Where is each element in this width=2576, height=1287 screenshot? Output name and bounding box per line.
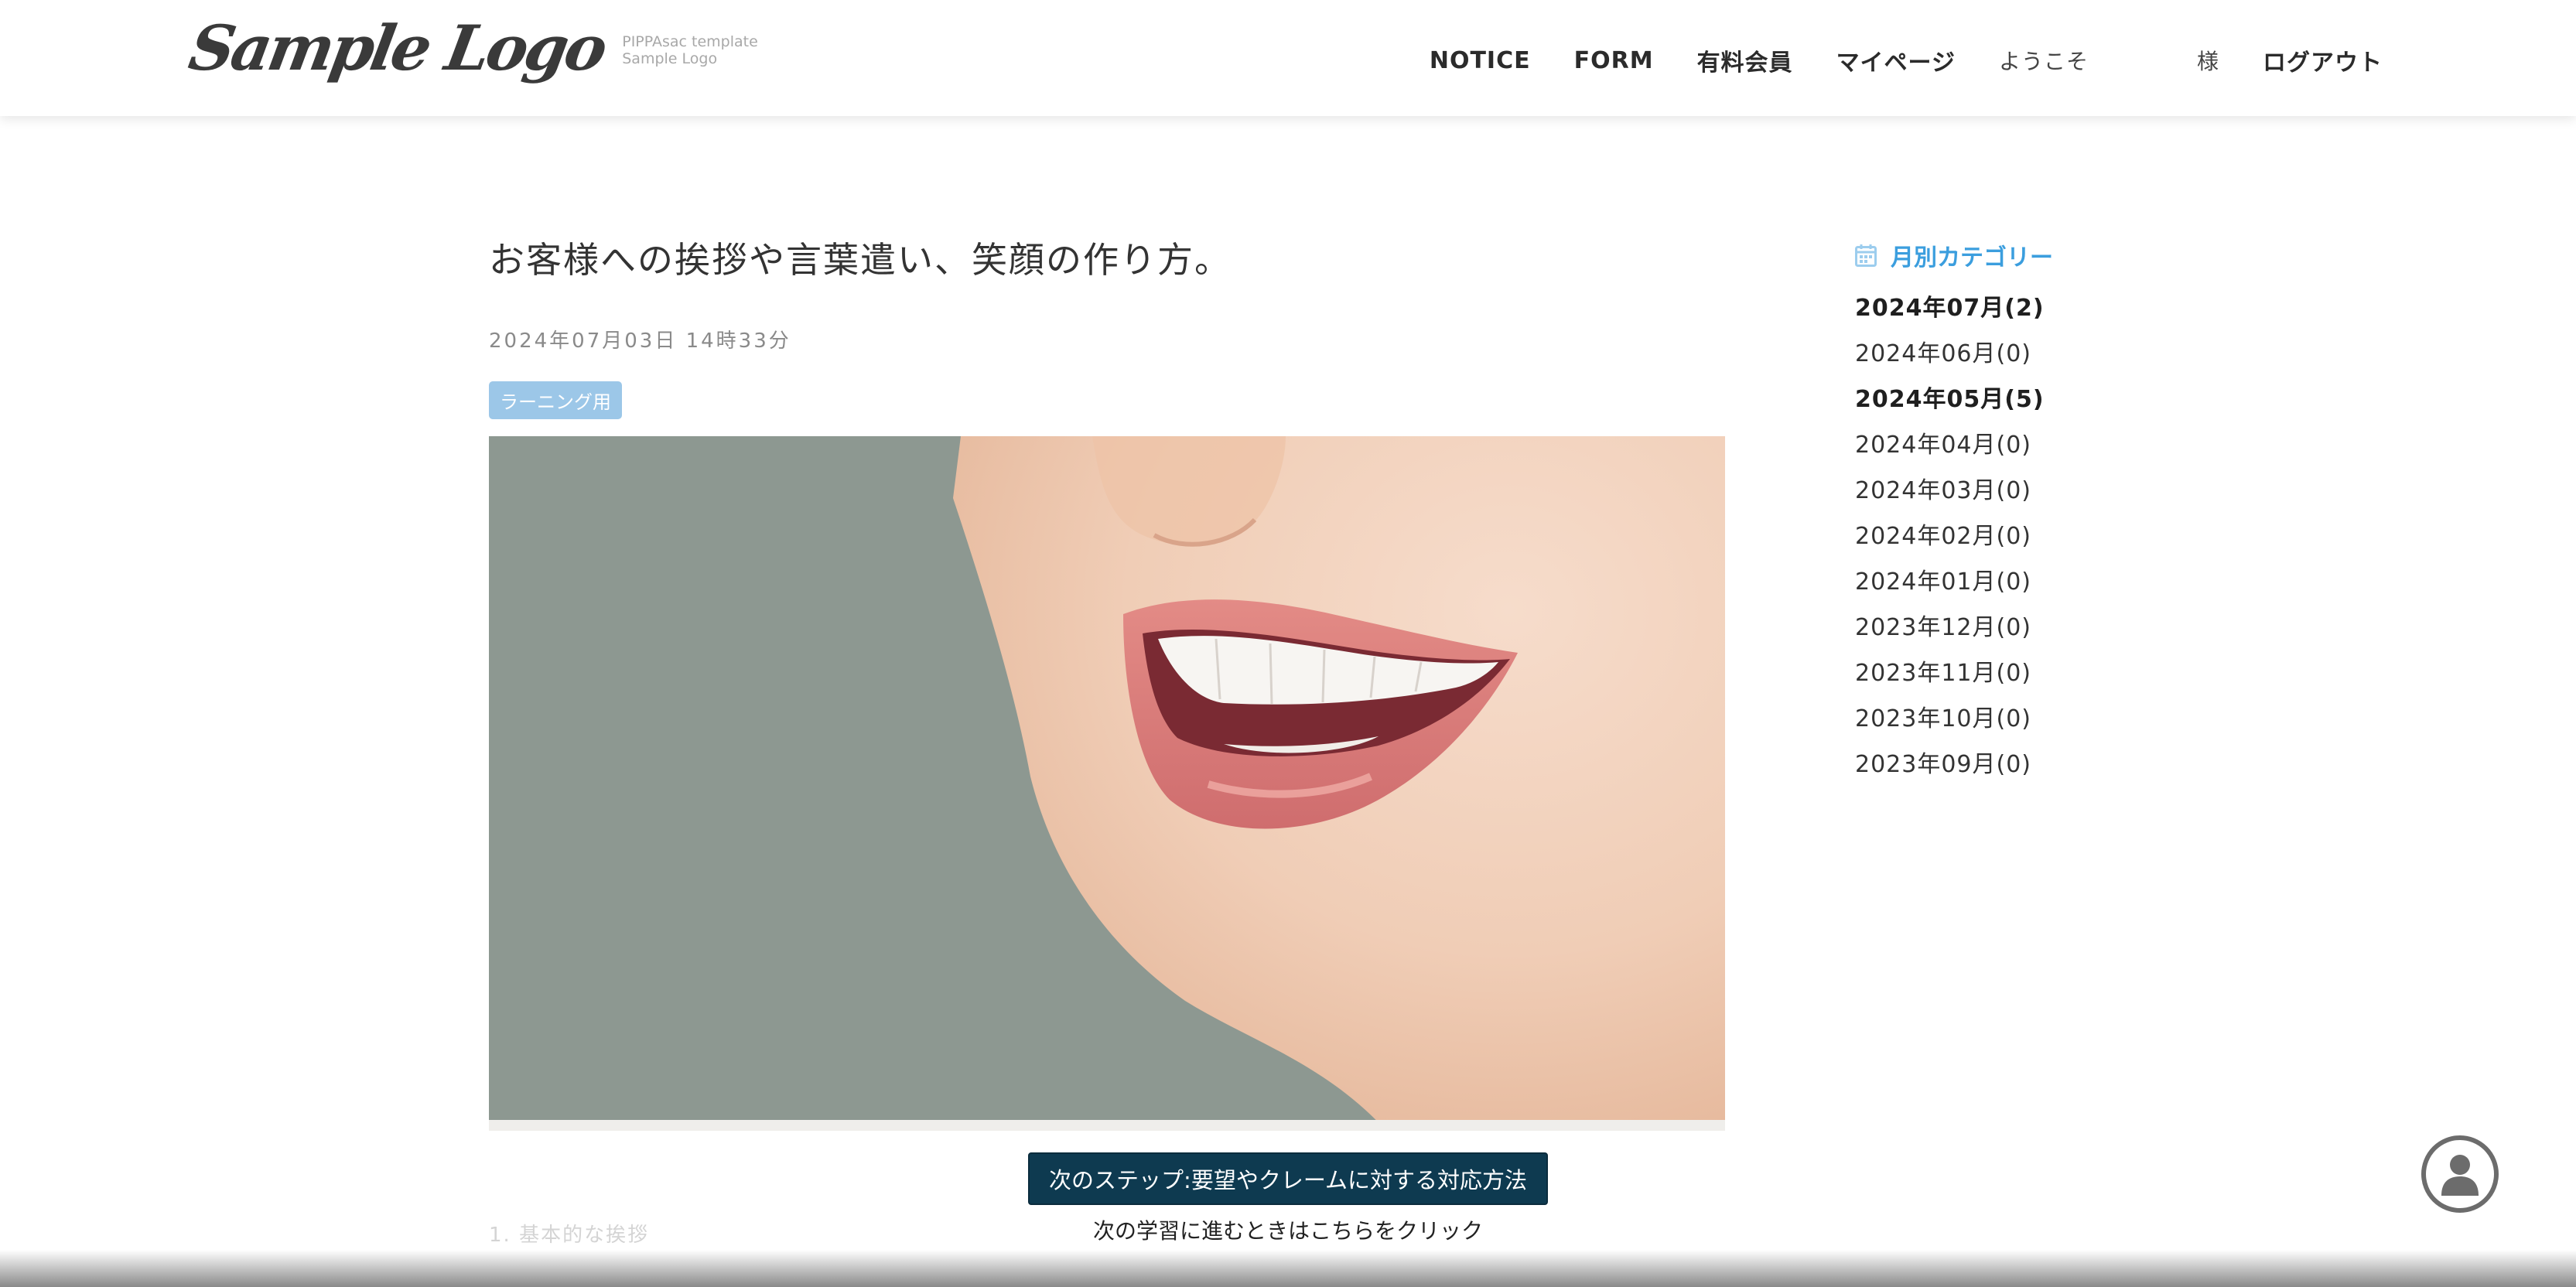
honorific-text: 様 [2196, 49, 2219, 74]
archive-item[interactable]: 2024年03月(0) [1855, 473, 2164, 519]
nav-notice[interactable]: NOTICE [1430, 47, 1531, 74]
archive-item[interactable]: 2024年02月(0) [1855, 519, 2164, 565]
nav-mypage[interactable]: マイページ [1836, 43, 1956, 77]
next-step-button[interactable]: 次のステップ:要望やクレームに対する対応方法 [1028, 1152, 1548, 1205]
archive-item[interactable]: 2024年06月(0) [1855, 336, 2164, 382]
nav-form[interactable]: FORM [1574, 47, 1654, 74]
logo-subtitle: PIPPAsac template Sample Logo [622, 33, 758, 67]
archive-item[interactable]: 2023年10月(0) [1855, 702, 2164, 747]
user-menu-button[interactable] [2421, 1135, 2499, 1213]
monthly-category-label: 月別カテゴリー [1891, 244, 2053, 271]
section-heading: 1. 基本的な挨拶 [489, 1224, 650, 1247]
user-icon [2441, 1155, 2479, 1196]
archive-item[interactable]: 2024年01月(0) [1855, 565, 2164, 610]
image-bottom-strip [489, 1120, 1725, 1131]
archive-item[interactable]: 2023年11月(0) [1855, 656, 2164, 702]
nav-paid-member[interactable]: 有料会員 [1697, 43, 1793, 77]
article: お客様への挨拶や言葉遣い、笑顔の作り方。 2024年07月03日 14時33分 … [489, 232, 1725, 419]
article-title: お客様への挨拶や言葉遣い、笑顔の作り方。 [489, 239, 1232, 281]
archive-item[interactable]: 2024年05月(5) [1855, 382, 2164, 428]
bottom-shadow [0, 1250, 2576, 1287]
article-date: 2024年07月03日 14時33分 [489, 329, 791, 353]
site-header: Sample Logo PIPPAsac template Sample Log… [0, 0, 2576, 116]
logo-subtitle-line1: PIPPAsac template [622, 33, 758, 50]
monthly-archive-list: 2024年07月(2) 2024年06月(0) 2024年05月(5) 2024… [1855, 291, 2164, 793]
logo-wordmark: Sample Logo [183, 12, 610, 84]
main-nav: NOTICE FORM 有料会員 マイページ ようこそ 様 ログアウト [1386, 43, 2383, 77]
nav-logout[interactable]: ログアウト [2263, 43, 2383, 77]
sidebar: 月別カテゴリー 2024年07月(2) 2024年06月(0) 2024年05月… [1855, 238, 2164, 793]
article-hero-image [489, 436, 1725, 1131]
next-step-hint: 次の学習に進むときはこちらをクリック [1092, 1218, 1483, 1244]
archive-item[interactable]: 2024年07月(2) [1855, 291, 2164, 336]
category-tag[interactable]: ラーニング用 [489, 381, 622, 419]
calendar-icon [1855, 244, 1877, 267]
monthly-category-title: 月別カテゴリー [1855, 238, 2164, 272]
site-logo[interactable]: Sample Logo PIPPAsac template Sample Log… [184, 12, 758, 84]
archive-item[interactable]: 2023年09月(0) [1855, 747, 2164, 793]
welcome-text: ようこそ [1998, 49, 2089, 74]
logo-subtitle-line2: Sample Logo [622, 50, 718, 67]
archive-item[interactable]: 2023年12月(0) [1855, 610, 2164, 656]
archive-item[interactable]: 2024年04月(0) [1855, 428, 2164, 473]
smiling-mouth-photo [953, 436, 1725, 1131]
